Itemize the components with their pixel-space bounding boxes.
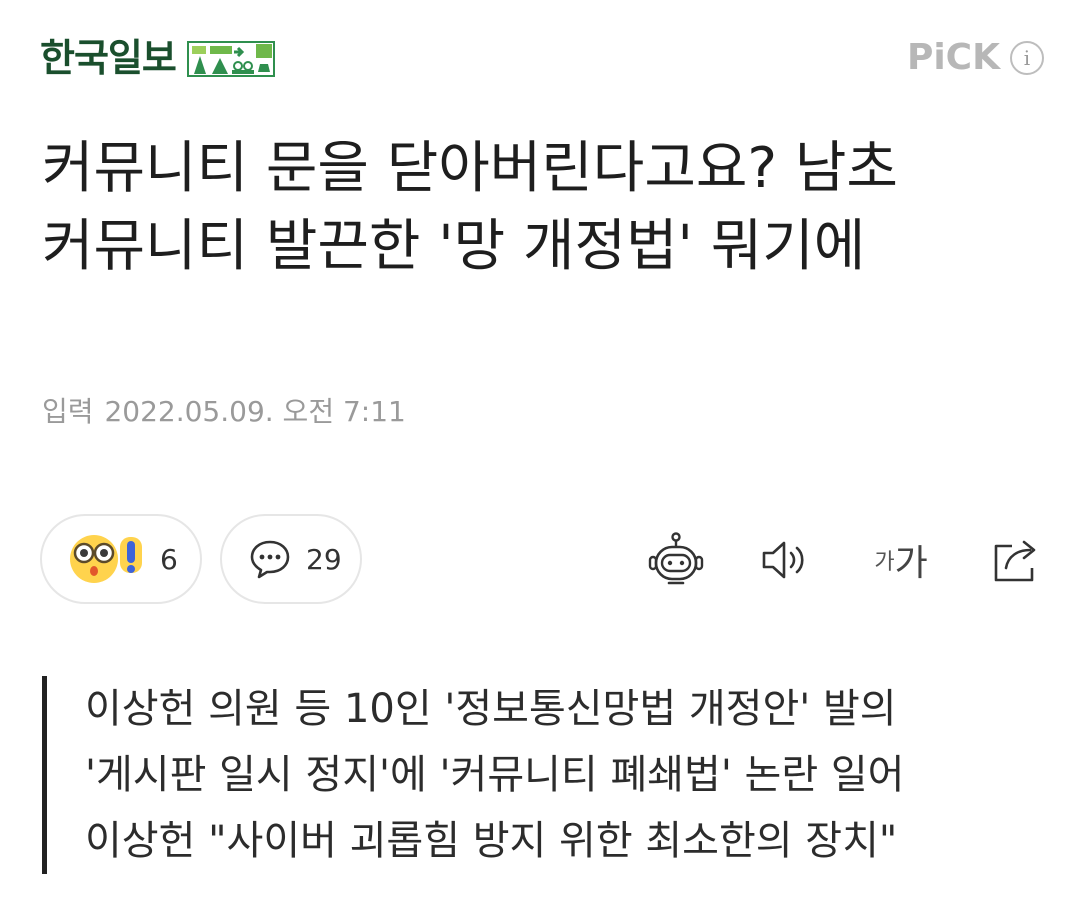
- robot-summary-icon: [648, 532, 704, 585]
- publisher-logo[interactable]: 한국일보: [40, 34, 276, 82]
- share-button[interactable]: [986, 530, 1046, 590]
- date-value: 2022.05.09. 오전 7:11: [104, 395, 406, 428]
- forest-people-emblem-icon: [186, 41, 275, 77]
- font-size-small-label: 가: [874, 550, 895, 575]
- emotion-count: 6: [160, 542, 178, 576]
- pick-label: PiCK: [906, 37, 1000, 78]
- comment-bubble-icon: [250, 540, 290, 579]
- font-size-button[interactable]: 가가: [866, 530, 936, 590]
- article-subheadings: 이상헌 의원 등 10인 '정보통신망법 개정안' 발의 '게시판 일시 정지'…: [42, 676, 1042, 874]
- comment-count: 29: [306, 542, 342, 576]
- comment-button[interactable]: 29: [220, 514, 362, 604]
- pick-badge[interactable]: PiCK i: [907, 36, 1044, 80]
- info-icon[interactable]: i: [1010, 41, 1044, 75]
- surprised-face-icon: [70, 535, 142, 583]
- summary-button[interactable]: [646, 530, 706, 590]
- subheading-line: 이상헌 "사이버 괴롭힘 방지 위한 최소한의 장치": [85, 818, 898, 864]
- article-date: 입력 2022.05.09. 오전 7:11: [42, 392, 406, 432]
- share-icon: [994, 540, 1036, 582]
- subheading-line: 이상헌 의원 등 10인 '정보통신망법 개정안' 발의: [85, 686, 897, 732]
- emotion-reaction-button[interactable]: 6: [40, 514, 202, 604]
- speaker-icon: [762, 541, 804, 579]
- subheading-line: '게시판 일시 정지'에 '커뮤니티 폐쇄법' 논란 일어: [85, 752, 905, 798]
- publisher-name: 한국일보: [40, 36, 177, 80]
- article-title: 커뮤니티 문을 닫아버린다고요? 남초 커뮤니티 발끈한 '망 개정법' 뭐기에: [42, 136, 898, 279]
- font-size-large-label: 가: [894, 543, 928, 584]
- article-toolbar: 가가: [596, 520, 1046, 600]
- date-label: 입력: [42, 395, 94, 428]
- tts-button[interactable]: [756, 530, 816, 590]
- article-header: 한국일보 PiCK i: [0, 0, 1080, 120]
